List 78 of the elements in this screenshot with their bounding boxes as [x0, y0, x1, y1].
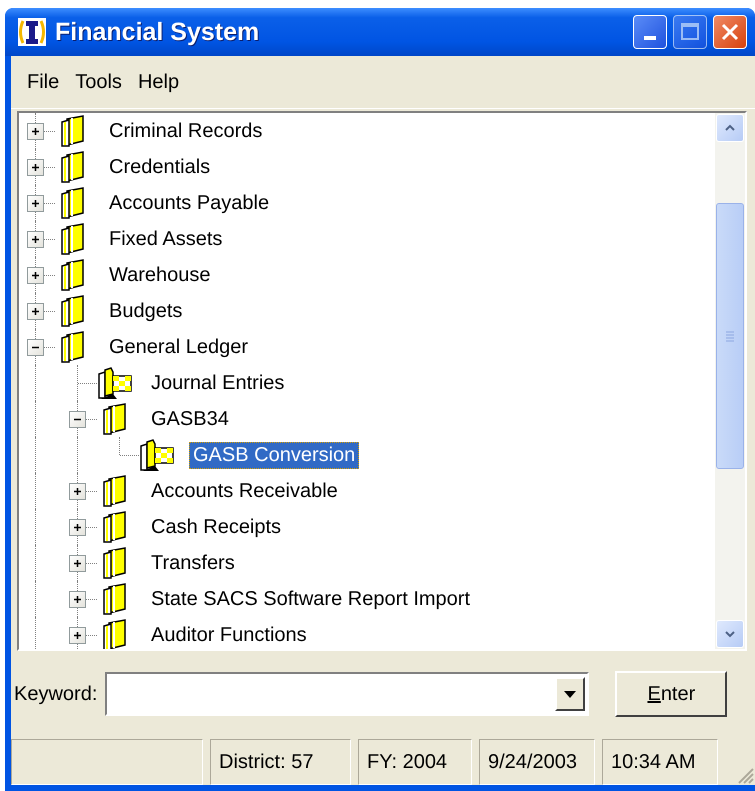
caret-down-icon — [563, 690, 578, 698]
expand-button[interactable] — [69, 483, 86, 500]
status-text: FY: 2004 — [358, 739, 472, 785]
tree-item[interactable]: Criminal Records — [105, 118, 266, 144]
tree-item[interactable]: Accounts Receivable — [147, 478, 342, 504]
plus-icon — [72, 558, 83, 569]
plus-icon — [30, 270, 41, 281]
collapse-button[interactable] — [27, 339, 44, 356]
binder-icon — [102, 546, 128, 580]
plus-icon — [30, 198, 41, 209]
binder-icon — [60, 222, 86, 256]
expand-button[interactable] — [69, 591, 86, 608]
expand-button[interactable] — [27, 123, 44, 140]
expand-button[interactable] — [27, 195, 44, 212]
tree-item[interactable]: GASB34 — [147, 406, 233, 432]
tree-item[interactable]: Budgets — [105, 298, 186, 324]
expand-button[interactable] — [69, 627, 86, 644]
window-title: Financial System — [55, 18, 260, 46]
close-button[interactable] — [713, 15, 747, 49]
plus-icon — [72, 486, 83, 497]
scroll-down-button[interactable] — [716, 620, 744, 648]
binder-icon — [60, 330, 86, 364]
expand-button[interactable] — [27, 267, 44, 284]
menu-item[interactable]: Help — [130, 68, 188, 96]
collapse-button[interactable] — [69, 411, 86, 428]
binder-icon — [60, 294, 86, 328]
keyword-combo-box[interactable] — [105, 672, 590, 716]
grip-icon — [726, 330, 734, 342]
binder-icon — [60, 150, 86, 184]
expand-button[interactable] — [27, 303, 44, 320]
maximize-icon — [680, 22, 700, 42]
scrollbar[interactable] — [715, 113, 745, 649]
binder-icon — [102, 510, 128, 544]
tree-item[interactable]: Auditor Functions — [147, 622, 311, 648]
tree-item[interactable]: Cash Receipts — [147, 514, 286, 540]
status-text: 9/24/2003 — [479, 739, 595, 785]
plus-icon — [30, 306, 41, 317]
keyword-label: Keyword: — [14, 682, 98, 706]
plus-icon — [30, 234, 41, 245]
expand-button[interactable] — [69, 519, 86, 536]
form-icon — [97, 366, 133, 400]
menu-item[interactable]: Tools — [67, 68, 130, 96]
plus-icon — [30, 162, 41, 173]
dropdown-button[interactable] — [555, 677, 586, 711]
binder-icon — [60, 114, 86, 148]
app-logo-icon — [17, 17, 47, 47]
scroll-thumb[interactable] — [716, 203, 744, 469]
status-text: District: 57 — [210, 739, 351, 785]
tree-item[interactable]: GASB Conversion — [189, 442, 360, 468]
expand-button[interactable] — [27, 159, 44, 176]
menu-item[interactable]: File — [19, 68, 68, 96]
plus-icon — [30, 126, 41, 137]
binder-icon — [102, 474, 128, 508]
maximize-button[interactable] — [673, 15, 707, 49]
status-text: 10:34 AM — [602, 739, 718, 785]
tree-item[interactable]: Credentials — [105, 154, 214, 180]
binder-icon — [102, 402, 128, 436]
tree-item[interactable]: State SACS Software Report Import — [147, 586, 474, 612]
tree-item[interactable]: Warehouse — [105, 262, 215, 288]
tree-item[interactable]: Fixed Assets — [105, 226, 226, 252]
plus-icon — [72, 594, 83, 605]
minimize-button[interactable] — [633, 15, 667, 49]
scroll-up-button[interactable] — [716, 114, 744, 142]
tree-item[interactable]: Journal Entries — [147, 370, 288, 396]
plus-icon — [72, 630, 83, 641]
binder-icon — [60, 186, 86, 220]
expand-button[interactable] — [69, 555, 86, 572]
expand-button[interactable] — [27, 231, 44, 248]
enter-button[interactable]: Enter — [615, 671, 728, 717]
form-icon — [139, 438, 175, 472]
binder-icon — [102, 582, 128, 616]
tree-item[interactable]: Accounts Payable — [105, 190, 274, 216]
plus-icon — [72, 522, 83, 533]
tree-item[interactable]: General Ledger — [105, 334, 252, 360]
tree-item[interactable]: Transfers — [147, 550, 239, 576]
close-icon — [720, 22, 740, 42]
binder-icon — [60, 258, 86, 292]
minimize-icon — [644, 36, 656, 40]
